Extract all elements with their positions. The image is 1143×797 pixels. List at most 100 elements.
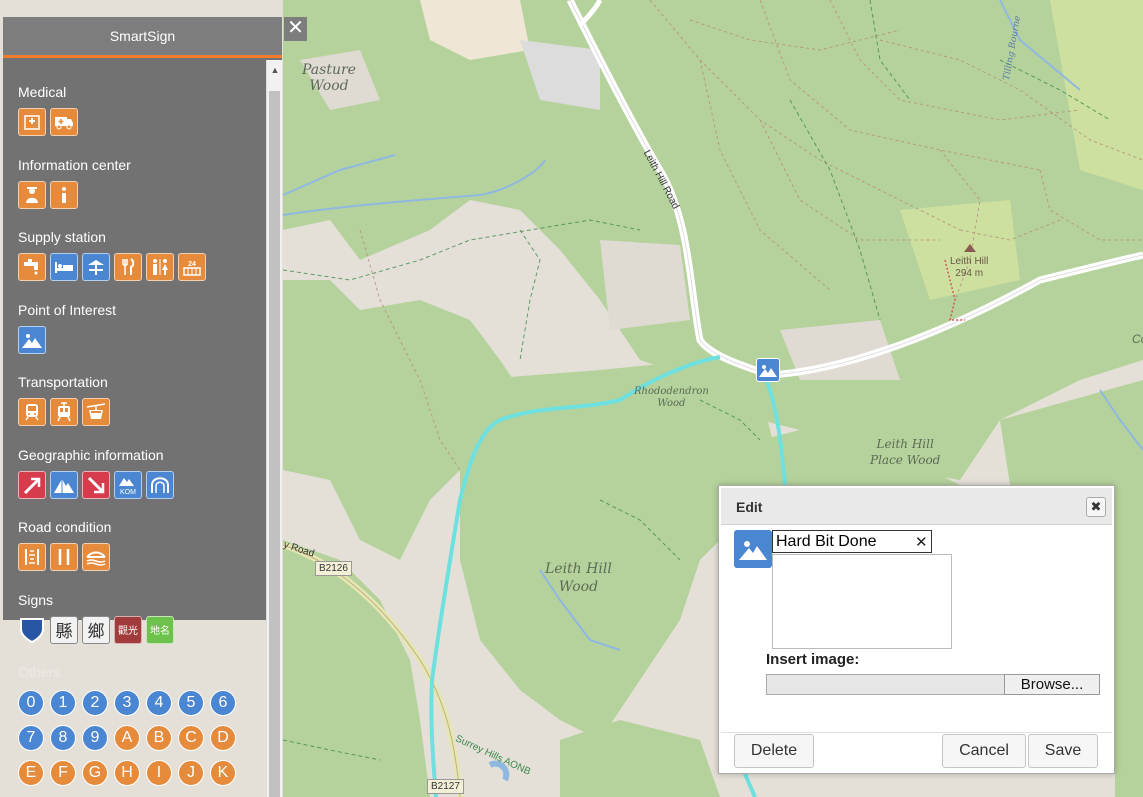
number-0-icon[interactable]: 0 [18,690,44,716]
category-title: Supply station [18,229,106,245]
number-1-icon[interactable]: 1 [50,690,76,716]
tram-icon[interactable] [50,398,78,426]
dialog-footer [721,732,1112,733]
category-others: Others 0 1 2 3 4 5 6 7 8 9 A B C D E F G… [18,664,258,795]
number-6-icon[interactable]: 6 [210,690,236,716]
bridge-icon[interactable] [82,543,110,571]
cable-car-icon[interactable] [82,398,110,426]
kom-icon[interactable]: KOM [114,470,142,499]
road-shield-b2127: B2127 [427,779,464,794]
category-title: Transportation [18,374,108,390]
category-transportation: Transportation [18,374,263,447]
category-title: Signs [18,591,54,608]
24h-store-icon[interactable]: 24 [178,253,206,281]
number-4-icon[interactable]: 4 [146,690,172,716]
svg-text:24: 24 [188,261,196,268]
map-label-co: Co [1132,332,1143,346]
information-staff-icon[interactable] [18,180,46,209]
insert-image-label: Insert image: [766,651,860,668]
place-name-sign-icon[interactable]: 地名 [146,615,174,644]
map-label-rhododendron-wood: Rhododendron Wood [634,386,709,409]
restroom-icon[interactable] [146,253,174,281]
edit-dialog: Edit ✖ ✕ Insert image: Browse... Delete … [718,485,1115,774]
ambulance-icon[interactable] [50,108,78,136]
panel-title: SmartSign [3,17,282,58]
scroll-up-arrow-icon[interactable]: ▲ [267,60,283,78]
shield-sign-icon[interactable] [18,616,46,644]
category-point-of-interest: Point of Interest [18,302,263,375]
narrow-road-icon[interactable] [50,543,78,571]
downhill-icon[interactable] [82,470,110,499]
letter-j-icon[interactable]: J [178,760,204,786]
hospital-icon[interactable] [18,108,46,136]
mountain-view-icon [739,541,767,560]
dialog-header: Edit ✖ [721,488,1112,525]
uphill-icon[interactable] [18,470,46,499]
number-8-icon[interactable]: 8 [50,725,76,751]
save-button[interactable]: Save [1028,734,1098,768]
kom-label: KOM [120,489,136,496]
letter-a-icon[interactable]: A [114,725,140,751]
panel-scrollbar[interactable]: ▲ [266,60,282,797]
number-7-icon[interactable]: 7 [18,725,44,751]
delete-button[interactable]: Delete [734,734,814,768]
browse-button[interactable]: Browse... [1004,674,1100,695]
category-supply-station: Supply station 24 [18,229,263,302]
letter-e-icon[interactable]: E [18,760,44,786]
description-textarea[interactable] [772,554,952,649]
map-label-leith-hill-peak: Leith Hill 294 m [950,256,989,279]
number-3-icon[interactable]: 3 [114,690,140,716]
map-label-leith-hill-place-wood: Leith Hill Place Wood [870,437,941,467]
poi-map-marker[interactable] [756,358,780,382]
township-sign-icon[interactable]: 鄉 [82,615,110,644]
picnic-shelter-icon[interactable] [82,253,110,281]
mountain-view-icon[interactable] [18,325,46,354]
category-title: Medical [18,84,67,100]
file-input[interactable]: Browse... [766,674,1100,695]
category-road-condition: Road condition [18,519,263,592]
category-title: Others [18,664,61,680]
category-title: Geographic information [18,446,164,463]
train-icon[interactable] [18,398,46,426]
category-information-center: Information center [18,157,263,230]
category-title: Point of Interest [18,301,117,318]
scrollbar-thumb[interactable] [269,91,280,797]
tourism-sign-icon[interactable]: 觀光 [114,615,142,644]
mountain-view-icon [759,365,777,377]
category-signs: Signs 縣 鄉 觀光 地名 [18,592,263,665]
letter-h-icon[interactable]: H [114,760,140,786]
dialog-close-button[interactable]: ✖ [1086,497,1106,517]
category-title: Information center [18,156,131,173]
map-label-leith-hill-wood: Leith Hill Wood [545,561,612,595]
peak-icon[interactable] [50,470,78,499]
poi-name-input[interactable] [772,530,932,553]
road-shield-b2126: B2126 [315,561,352,576]
letter-b-icon[interactable]: B [146,725,172,751]
number-5-icon[interactable]: 5 [178,690,204,716]
information-icon[interactable] [50,180,78,209]
letter-f-icon[interactable]: F [50,760,76,786]
number-9-icon[interactable]: 9 [82,725,108,751]
letter-c-icon[interactable]: C [178,725,204,751]
category-medical: Medical [18,84,263,157]
poi-type-icon[interactable] [734,530,772,568]
category-title: Road condition [18,519,112,535]
clear-name-button[interactable]: ✕ [915,533,928,551]
dialog-title: Edit [736,499,763,515]
cancel-button[interactable]: Cancel [942,734,1026,768]
category-list: Medical Information center Supply statio… [18,84,263,664]
letter-d-icon[interactable]: D [210,725,236,751]
letter-g-icon[interactable]: G [82,760,108,786]
letter-k-icon[interactable]: K [210,760,236,786]
map-label-pasture-wood: Pasture Wood [302,62,356,94]
letter-i-icon[interactable]: I [146,760,172,786]
number-2-icon[interactable]: 2 [82,690,108,716]
rough-road-icon[interactable] [18,543,46,571]
restaurant-icon[interactable] [114,253,142,281]
tunnel-icon[interactable] [146,470,174,499]
water-tap-icon[interactable] [18,253,46,281]
close-panel-button[interactable]: ✕ [284,17,307,41]
bed-icon[interactable] [50,253,78,281]
category-geographic-information: Geographic information KOM [18,447,263,520]
county-sign-icon[interactable]: 縣 [50,615,78,644]
